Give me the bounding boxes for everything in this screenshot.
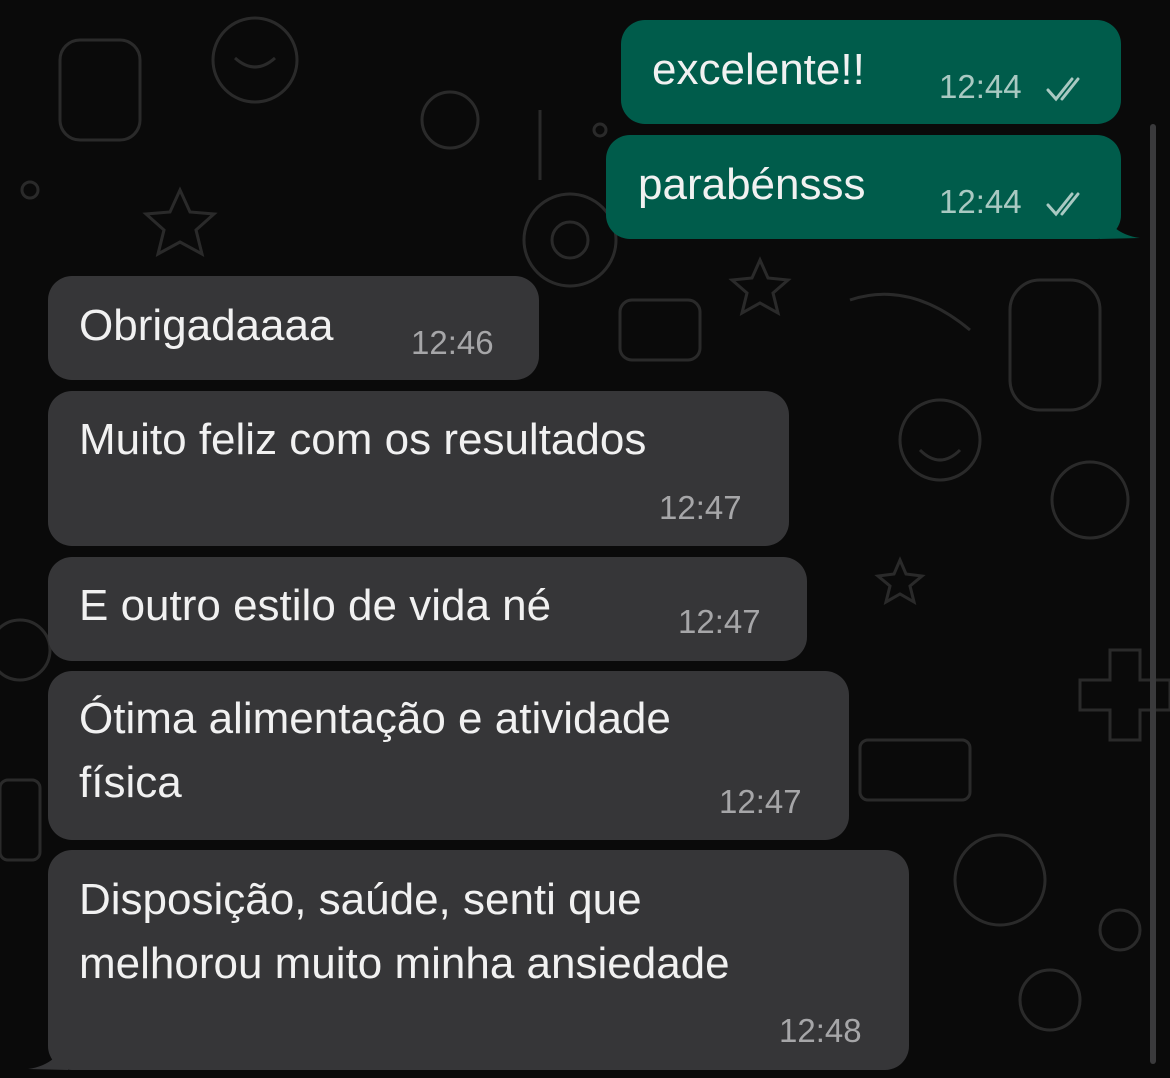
message-text: Disposição, saúde, senti que melhorou mu… <box>79 875 730 988</box>
bubble-tail <box>1100 205 1140 239</box>
message-time: 12:48 <box>779 1012 862 1049</box>
message-time: 12:47 <box>659 489 742 526</box>
incoming-message[interactable]: Muito feliz com os resultados 12:47 <box>48 391 789 546</box>
read-double-check-icon <box>1046 77 1080 102</box>
bubble-tail <box>28 1036 68 1070</box>
message-text: Muito feliz com os resultados <box>79 415 647 464</box>
message-time: 12:44 <box>939 68 1022 105</box>
message-text: parabénsss <box>638 160 866 209</box>
message-text: Ótima alimentação e atividade física <box>79 694 671 807</box>
message-time: 12:44 <box>939 183 1022 220</box>
message-text: E outro estilo de vida né <box>79 581 552 630</box>
message-time: 12:47 <box>719 783 802 820</box>
scrollbar[interactable] <box>1150 124 1156 1064</box>
outgoing-message[interactable]: parabénsss 12:44 <box>606 135 1121 239</box>
message-text: excelente!! <box>652 45 865 94</box>
incoming-message[interactable]: E outro estilo de vida né 12:47 <box>48 557 807 661</box>
incoming-message[interactable]: Disposição, saúde, senti que melhorou mu… <box>48 850 909 1070</box>
outgoing-message[interactable]: excelente!! 12:44 <box>621 20 1121 124</box>
message-time: 12:47 <box>678 603 761 640</box>
incoming-message[interactable]: Obrigadaaaa 12:46 <box>48 276 539 380</box>
chat-view: excelente!! 12:44 parabénsss 12:44 Obrig… <box>0 0 1170 1078</box>
message-text: Obrigadaaaa <box>79 301 334 350</box>
message-time: 12:46 <box>411 324 494 361</box>
incoming-message[interactable]: Ótima alimentação e atividade física 12:… <box>48 671 849 840</box>
read-double-check-icon <box>1046 192 1080 217</box>
